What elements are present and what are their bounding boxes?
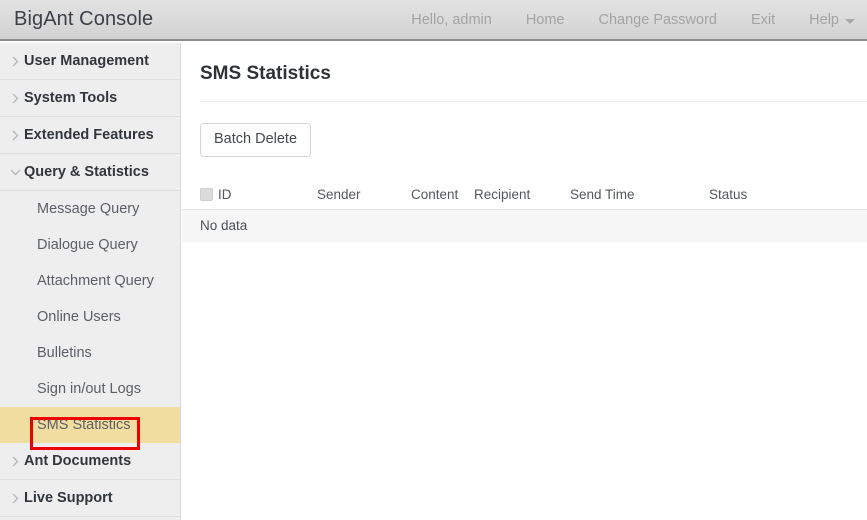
table-empty-message: No data — [200, 217, 248, 233]
sidebar-group-user-management[interactable]: User Management — [0, 43, 180, 80]
top-navigation: Hello, admin Home Change Password Exit H… — [411, 12, 855, 28]
table-body: No data — [182, 209, 867, 242]
nav-exit[interactable]: Exit — [751, 12, 775, 28]
select-all-checkbox[interactable] — [200, 187, 213, 201]
sidebar-group-label: Live Support — [24, 490, 113, 506]
sms-statistics-table: ID Sender Content Recipient Send Time St… — [182, 180, 867, 242]
chevron-right-icon — [6, 93, 24, 104]
chevron-down-icon — [845, 18, 855, 24]
sidebar-item-label: Sign in/out Logs — [37, 381, 141, 397]
nav-change-password[interactable]: Change Password — [599, 12, 718, 28]
column-header-send-time: Send Time — [570, 186, 635, 202]
app-header: BigAnt Console Hello, admin Home Change … — [0, 0, 867, 41]
sidebar: User Management System Tools Extended Fe… — [0, 43, 181, 520]
nav-greeting: Hello, admin — [411, 11, 492, 28]
batch-delete-button[interactable]: Batch Delete — [200, 123, 312, 157]
sidebar-group-ant-documents[interactable]: Ant Documents — [0, 443, 180, 480]
chevron-right-icon — [6, 493, 24, 504]
title-divider — [200, 101, 867, 102]
column-header-content: Content — [411, 186, 459, 202]
app-brand-title: BigAnt Console — [14, 8, 154, 30]
sidebar-group-query-statistics[interactable]: Query & Statistics — [0, 154, 180, 191]
table-header-row: ID Sender Content Recipient Send Time St… — [182, 180, 867, 210]
sidebar-item-dialogue-query[interactable]: Dialogue Query — [0, 227, 180, 263]
sidebar-item-bulletins[interactable]: Bulletins — [0, 335, 180, 371]
chevron-right-icon — [6, 130, 24, 141]
sidebar-item-label: Message Query — [37, 201, 140, 217]
sidebar-group-label: Query & Statistics — [24, 164, 149, 180]
sidebar-item-label: Online Users — [37, 309, 121, 325]
sidebar-item-online-users[interactable]: Online Users — [0, 299, 180, 335]
chevron-right-icon — [6, 456, 24, 467]
sidebar-item-attachment-query[interactable]: Attachment Query — [0, 263, 180, 299]
nav-help-dropdown[interactable]: Help — [809, 12, 855, 28]
sidebar-item-message-query[interactable]: Message Query — [0, 191, 180, 227]
chevron-right-icon — [6, 56, 24, 67]
column-header-recipient: Recipient — [474, 186, 531, 202]
sidebar-item-sms-statistics[interactable]: SMS Statistics — [0, 407, 180, 443]
sidebar-item-label: Attachment Query — [37, 273, 154, 289]
sidebar-item-label: Bulletins — [37, 345, 92, 361]
sidebar-group-system-tools[interactable]: System Tools — [0, 80, 180, 117]
page-title: SMS Statistics — [200, 63, 331, 84]
sidebar-item-sign-in-out-logs[interactable]: Sign in/out Logs — [0, 371, 180, 407]
nav-home[interactable]: Home — [526, 12, 565, 28]
main-content: SMS Statistics Batch Delete ID Sender Co… — [182, 43, 867, 520]
sidebar-group-label: System Tools — [24, 90, 118, 106]
sidebar-group-label: User Management — [24, 53, 149, 69]
column-header-sender: Sender — [317, 186, 361, 202]
nav-help-label: Help — [809, 11, 839, 28]
sidebar-item-label: SMS Statistics — [37, 417, 131, 433]
column-header-status: Status — [709, 186, 748, 202]
sidebar-group-label: Extended Features — [24, 127, 154, 143]
column-header-id: ID — [218, 186, 232, 202]
sidebar-group-extended-features[interactable]: Extended Features — [0, 117, 180, 154]
sidebar-item-label: Dialogue Query — [37, 237, 138, 253]
sidebar-group-label: Ant Documents — [24, 453, 132, 469]
sidebar-group-live-support[interactable]: Live Support — [0, 480, 180, 517]
chevron-down-icon — [6, 169, 24, 176]
